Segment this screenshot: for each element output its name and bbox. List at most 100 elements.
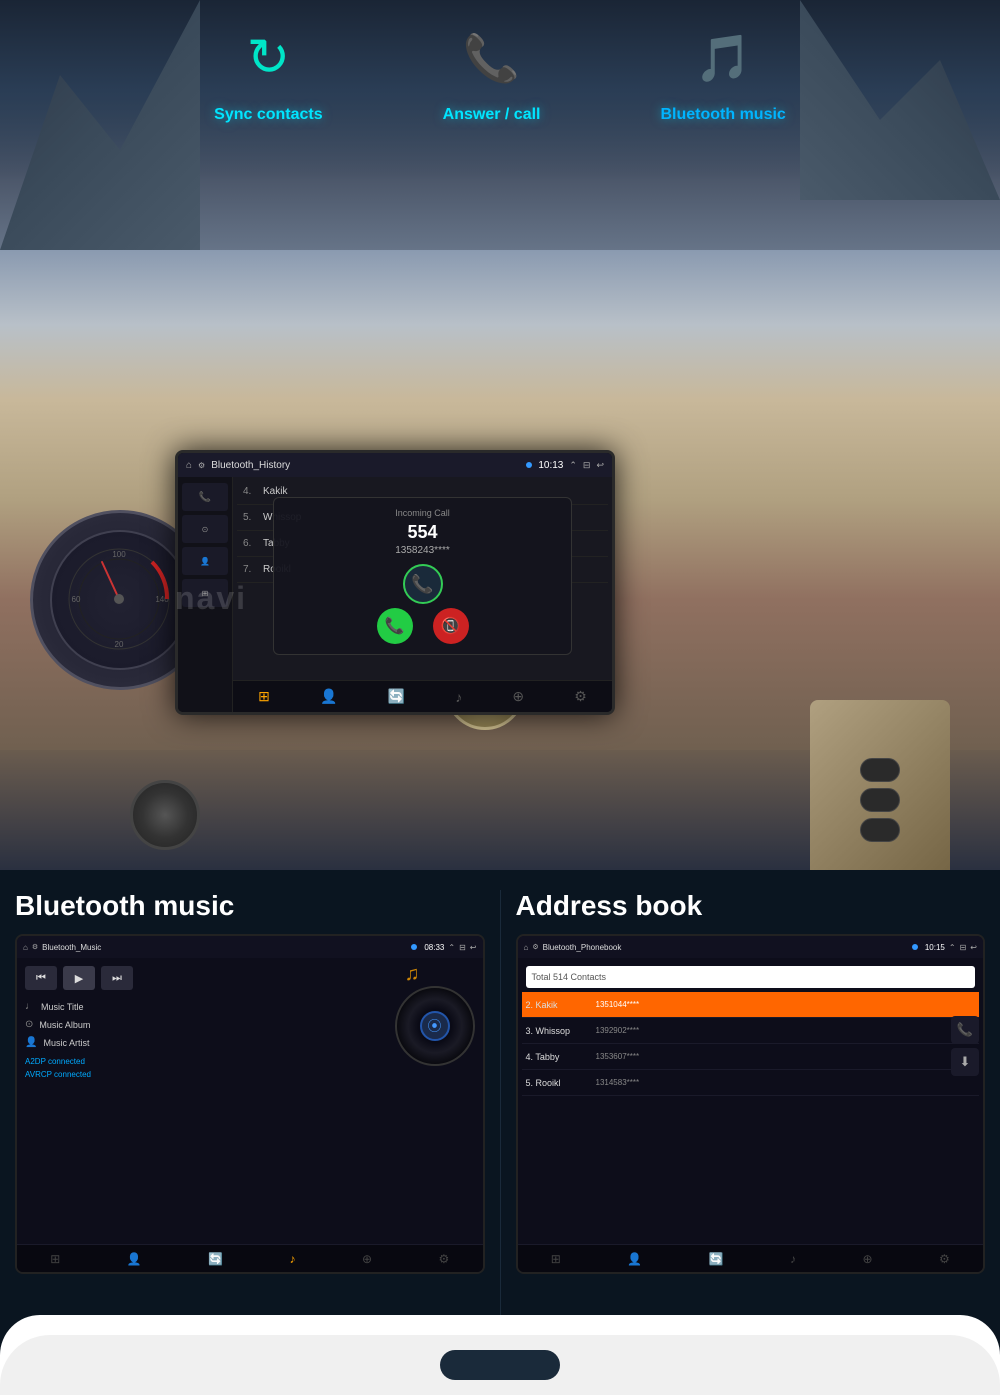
music-nav-link[interactable]: ⊕ [362,1252,372,1266]
phonebook-expand-icon: ⌃ [949,943,956,952]
sidebar-icon-2[interactable]: ⊙ [182,515,228,543]
music-feature-label: Bluetooth music [660,106,785,124]
music-screen-title: Bluetooth_Music [42,943,407,952]
nav-music-icon[interactable]: ♪ [455,689,462,705]
incoming-call-dialog: Incoming Call 554 1358243**** 📞 📞 📵 [273,497,572,655]
control-button[interactable] [860,788,900,812]
screen-sidebar: 📞 ⊙ 👤 ⊞ [178,477,233,712]
music-back-icon: ↩ [470,943,477,952]
call-center-phone-icon: 📞 [403,564,443,604]
sidebar-phone-icon[interactable]: 📞 [182,483,228,511]
music-bottom-nav: ⊞ 👤 🔄 ♪ ⊕ ⚙ [17,1244,483,1272]
svg-text:20: 20 [115,640,124,649]
music-title-label: Music Title [41,999,84,1015]
music-home-icon: ⌂ [23,943,28,952]
play-pause-button[interactable]: ▶ [63,966,95,990]
contact-num-whissop: 1392902**** [596,1026,976,1035]
caller-id: 1358243**** [284,545,561,556]
sidebar-icon-4[interactable]: ⊞ [182,579,228,607]
nav-link-icon[interactable]: ⊕ [512,688,524,705]
contact-row-rooikl[interactable]: 5. Rooikl 1314583**** [522,1070,980,1096]
contact-num-rooikl: 1314583**** [596,1078,976,1087]
screen-bottom-nav: ⊞ 👤 🔄 ♪ ⊕ ⚙ [233,680,612,712]
screen-content-area: 📞 ⊙ 👤 ⊞ 4. Kakik 5. Whissop 6. Tabby [178,477,612,712]
contact-num-kakik: 1351044**** [596,1000,976,1009]
svg-text:60: 60 [72,595,81,604]
bluetooth-music-screen: ⌂ ⚙ Bluetooth_Music 08:33 ⌃ ⊟ ↩ ⏮ ▶ ⏭ [15,934,485,1274]
contact-name-rooikl: 5. Rooikl [526,1078,596,1088]
minimize-icon: ⊟ [583,460,591,471]
vinyl-disc-container: ⦿ ♫ [395,986,475,1066]
nav-grid-icon[interactable]: ⊞ [258,688,270,705]
phonebook-home-icon: ⌂ [524,943,529,952]
expand-icon: ⌃ [569,460,577,471]
phonebook-nav-note[interactable]: ♪ [790,1252,796,1266]
call-contact-button[interactable]: 📞 [951,1016,979,1044]
control-button[interactable] [860,818,900,842]
music-nav-refresh[interactable]: 🔄 [208,1252,223,1266]
svg-text:100: 100 [112,550,126,559]
contact-num: 6. [243,538,257,549]
contact-name-kakik: 2. Kakik [526,1000,596,1010]
music-icon: 🎵 [683,18,763,98]
total-contacts-text: Total 514 Contacts [532,972,607,982]
phonebook-statusbar: ⌂ ⚙ Bluetooth_Phonebook 10:15 ⌃ ⊟ ↩ [518,936,984,958]
home-icon: ⌂ [186,460,192,471]
home-indicator[interactable] [440,1350,560,1380]
music-nav-note[interactable]: ♪ [290,1252,296,1266]
contact-name: Kakik [263,486,287,497]
contact-num: 7. [243,564,257,575]
bottom-panels: Bluetooth music ⌂ ⚙ Bluetooth_Music 08:3… [0,870,1000,1395]
vinyl-disc: ⦿ [395,986,475,1066]
contact-row-whissop[interactable]: 3. Whissop 1392902**** [522,1018,980,1044]
bluetooth-music-panel: Bluetooth music ⌂ ⚙ Bluetooth_Music 08:3… [0,870,500,1395]
control-button[interactable] [860,758,900,782]
call-label: Answer / call [443,106,541,124]
phonebook-nav-link[interactable]: ⊕ [862,1252,872,1266]
music-nav-settings[interactable]: ⚙ [438,1252,449,1266]
contact-num: 5. [243,512,257,523]
sync-label: Sync contacts [214,106,322,124]
artist-icon: 👤 [25,1034,37,1052]
contact-num: 4. [243,486,257,497]
screen-main-content: 4. Kakik 5. Whissop 6. Tabby 7. Rooikl [233,477,612,712]
phonebook-nav-grid[interactable]: ⊞ [551,1252,561,1266]
contact-name-tabby: 4. Tabby [526,1052,596,1062]
accept-call-button[interactable]: 📞 [377,608,413,644]
phonebook-nav-refresh[interactable]: 🔄 [709,1252,724,1266]
phonebook-nav-settings[interactable]: ⚙ [939,1252,950,1266]
phonebook-content: Total 514 Contacts 2. Kakik 1351044**** … [518,958,984,1100]
sidebar-icon-3[interactable]: 👤 [182,547,228,575]
phonebook-screen-title: Bluetooth_Phonebook [543,943,908,952]
car-head-unit: ⌂ ⚙ Bluetooth_History 10:13 ⌃ ⊟ ↩ 📞 ⊙ 👤 … [175,450,615,715]
download-contact-button[interactable]: ⬇ [951,1048,979,1076]
music-content-area: ⏮ ▶ ⏭ ♩ Music Title ⊙ Music Album 👤 [17,958,483,1090]
music-screen-time: 08:33 [424,943,444,952]
caller-number: 554 [284,522,561,543]
left-knob[interactable] [130,780,200,850]
prev-track-button[interactable]: ⏮ [25,966,57,990]
music-nav-person[interactable]: 👤 [127,1252,142,1266]
feature-icons-row: ↻ Sync contacts 📞 Answer / call 🎵 Blueto… [0,18,1000,124]
contacts-total-bar: Total 514 Contacts [526,966,976,988]
contact-row-tabby[interactable]: 4. Tabby 1353607**** [522,1044,980,1070]
contact-row-kakik[interactable]: 2. Kakik 1351044**** [522,992,980,1018]
bluetooth-music-title: Bluetooth music [15,890,485,922]
music-status-dot [411,944,417,950]
screen-title: Bluetooth_History [211,460,520,471]
music-note-decoration: ♫ [405,963,420,986]
music-note-icon: ♩ [25,998,35,1016]
screen-time: 10:13 [538,460,563,471]
nav-refresh-icon[interactable]: 🔄 [388,688,405,705]
sync-feature: ↻ Sync contacts [214,18,322,124]
phonebook-bottom-nav: ⊞ 👤 🔄 ♪ ⊕ ⚙ [518,1244,984,1272]
screen-statusbar: ⌂ ⚙ Bluetooth_History 10:13 ⌃ ⊟ ↩ [178,453,612,477]
nav-settings-icon[interactable]: ⚙ [574,688,587,705]
phonebook-nav-person[interactable]: 👤 [627,1252,642,1266]
decline-call-button[interactable]: 📵 [433,608,469,644]
music-nav-grid[interactable]: ⊞ [50,1252,60,1266]
nav-person-icon[interactable]: 👤 [320,688,337,705]
phonebook-screen-time: 10:15 [925,943,945,952]
phonebook-status-dot [912,944,918,950]
next-track-button[interactable]: ⏭ [101,966,133,990]
